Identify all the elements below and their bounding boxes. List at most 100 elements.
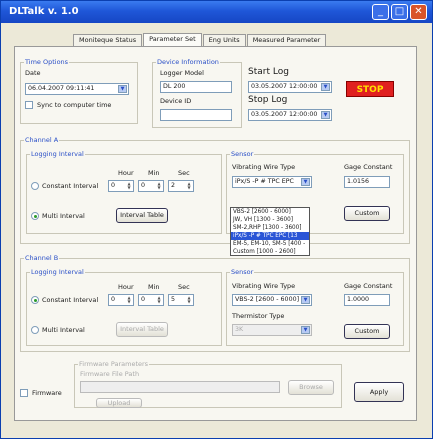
close-icon[interactable]: ✕ [410, 4, 427, 20]
dropdown-arrow-icon[interactable]: ▼ [321, 83, 330, 91]
channel-b-sensor-title: Sensor [230, 268, 255, 276]
dropdown-option[interactable]: SM-2,RHP [1300 - 3600] [231, 224, 309, 232]
spinner-arrows-icon[interactable]: ▲ ▼ [156, 296, 162, 304]
dropdown-option-selected[interactable]: iPx/S -P # TPC EPC [13 [231, 232, 309, 240]
channel-a-sensor-title: Sensor [230, 150, 255, 158]
thermistor-value: 3K [235, 326, 244, 333]
hour-label: Hour [118, 169, 134, 177]
firmware-checkbox[interactable] [20, 389, 28, 397]
channel-a-constant-radio[interactable] [31, 182, 39, 190]
spinner-arrows-icon[interactable]: ▲ ▼ [126, 182, 132, 190]
device-info-title: Device Information [156, 58, 220, 66]
hour-label: Hour [118, 283, 134, 291]
stop-log-value: 03.05.2007 12:00:00 [251, 111, 318, 118]
dropdown-option[interactable]: VBS-2 [2600 - 6000] [231, 208, 309, 216]
time-options-title: Time Options [24, 58, 70, 66]
min-value: 0 [141, 182, 146, 189]
channel-a-title: Channel A [24, 136, 60, 144]
upload-button[interactable]: Upload [96, 398, 142, 408]
dropdown-arrow-icon[interactable]: ▼ [118, 85, 127, 93]
channel-b-gage-field[interactable]: 1.0000 [344, 294, 390, 306]
channel-a-gage-label: Gage Constant [344, 163, 393, 171]
spinner-arrows-icon[interactable]: ▲ ▼ [186, 296, 192, 304]
channel-b-vw-type-label: Vibrating Wire Type [232, 282, 296, 290]
logger-model-label: Logger Model [160, 69, 204, 77]
channel-b-hour-spinner[interactable]: 0 ▲ ▼ [108, 294, 134, 306]
firmware-path-field[interactable] [80, 381, 280, 393]
apply-button[interactable]: Apply [354, 382, 404, 402]
dropdown-arrow-icon[interactable]: ▼ [301, 178, 310, 186]
date-label: Date [25, 69, 41, 77]
stop-log-label: Stop Log [248, 95, 288, 105]
channel-b-min-spinner[interactable]: 0 ▲ ▼ [138, 294, 164, 306]
tab-parameter-set[interactable]: Parameter Set [143, 33, 202, 47]
channel-a-min-spinner[interactable]: 0 ▲ ▼ [138, 180, 164, 192]
channel-b-multi-label: Multi Interval [42, 326, 85, 334]
start-log-label: Start Log [248, 67, 289, 77]
start-log-value: 03.05.2007 12:00:00 [251, 83, 318, 90]
channel-a-hour-spinner[interactable]: 0 ▲ ▼ [108, 180, 134, 192]
hour-value: 0 [111, 182, 116, 189]
channel-b-vw-type-select[interactable]: VBS-2 [2600 - 6000] ▼ [232, 294, 312, 306]
sync-checkbox[interactable] [25, 101, 33, 109]
channel-a-gage-field[interactable]: 1.0156 [344, 176, 390, 188]
stop-log-field[interactable]: 03.05.2007 12:00:00 ▼ [248, 109, 332, 121]
firmware-checkbox-label: Firmware [32, 389, 62, 397]
channel-b-constant-radio[interactable] [31, 296, 39, 304]
channel-b-thermistor-select[interactable]: 3K ▼ [232, 324, 312, 336]
channel-b-multi-radio[interactable] [31, 326, 39, 334]
date-value: 06.04.2007 09:11:41 [28, 85, 95, 92]
sec-label: Sec [178, 283, 190, 291]
sec-label: Sec [178, 169, 190, 177]
spinner-arrows-icon[interactable]: ▲ ▼ [126, 296, 132, 304]
firmware-path-label: Firmware File Path [80, 370, 140, 378]
dropdown-arrow-icon[interactable]: ▼ [301, 326, 310, 334]
dropdown-option[interactable]: Custom [1000 - 2600] [231, 248, 309, 256]
channel-a-constant-label: Constant Interval [42, 182, 99, 190]
channel-b-title: Channel B [24, 254, 60, 262]
vw-type-value: iPx/S -P # TPC EPC [235, 178, 294, 185]
sec-value: 5 [171, 296, 176, 303]
dropdown-arrow-icon[interactable]: ▼ [321, 111, 330, 119]
channel-a-vw-type-select[interactable]: iPx/S -P # TPC EPC ▼ [232, 176, 312, 188]
window-title: DLTalk v. 1.0 [9, 6, 79, 17]
channel-b-logging-title: Logging Interval [30, 268, 85, 276]
start-log-field[interactable]: 03.05.2007 12:00:00 ▼ [248, 81, 332, 93]
channel-a-custom-button[interactable]: Custom [344, 206, 390, 221]
device-id-label: Device ID [160, 97, 192, 105]
dropdown-arrow-icon[interactable]: ▼ [301, 296, 310, 304]
sync-label: Sync to computer time [37, 101, 112, 109]
title-bar: DLTalk v. 1.0 [1, 1, 432, 23]
channel-a-interval-table-button[interactable]: Interval Table [116, 208, 168, 223]
min-value: 0 [141, 296, 146, 303]
maximize-icon[interactable]: □ [391, 4, 408, 20]
dropdown-option[interactable]: EM-5, EM-10, SM-5 [400 - [231, 240, 309, 248]
logger-model-field[interactable]: DL 200 [160, 81, 232, 93]
channel-a-logging-title: Logging Interval [30, 150, 85, 158]
channel-a-sec-spinner[interactable]: 2 ▲ ▼ [168, 180, 194, 192]
channel-b-sec-spinner[interactable]: 5 ▲ ▼ [168, 294, 194, 306]
channel-a-vw-type-label: Vibrating Wire Type [232, 163, 296, 171]
vw-type-value: VBS-2 [2600 - 6000] [235, 296, 300, 303]
channel-a-vw-type-dropdown-list[interactable]: VBS-2 [2600 - 6000] JW, VH [1300 - 3600]… [230, 207, 310, 256]
spinner-arrows-icon[interactable]: ▲ ▼ [156, 182, 162, 190]
hour-value: 0 [111, 296, 116, 303]
stop-button[interactable]: STOP [346, 81, 394, 97]
channel-b-thermistor-label: Thermistor Type [232, 312, 285, 320]
firmware-title: Firmware Parameters [78, 360, 150, 368]
channel-b-custom-button[interactable]: Custom [344, 324, 390, 339]
spinner-arrows-icon[interactable]: ▲ ▼ [186, 182, 192, 190]
channel-a-multi-radio[interactable] [31, 212, 39, 220]
channel-b-constant-label: Constant Interval [42, 296, 99, 304]
channel-a-multi-label: Multi Interval [42, 212, 85, 220]
browse-button[interactable]: Browse [288, 380, 334, 395]
min-label: Min [148, 169, 160, 177]
date-field[interactable]: 06.04.2007 09:11:41 ▼ [25, 83, 129, 95]
dropdown-option[interactable]: JW, VH [1300 - 3600] [231, 216, 309, 224]
minimize-icon[interactable]: _ [372, 4, 389, 20]
min-label: Min [148, 283, 160, 291]
sec-value: 2 [171, 182, 176, 189]
channel-b-interval-table-button[interactable]: Interval Table [116, 322, 168, 337]
device-id-field[interactable] [160, 109, 232, 121]
channel-b-gage-label: Gage Constant [344, 282, 393, 290]
